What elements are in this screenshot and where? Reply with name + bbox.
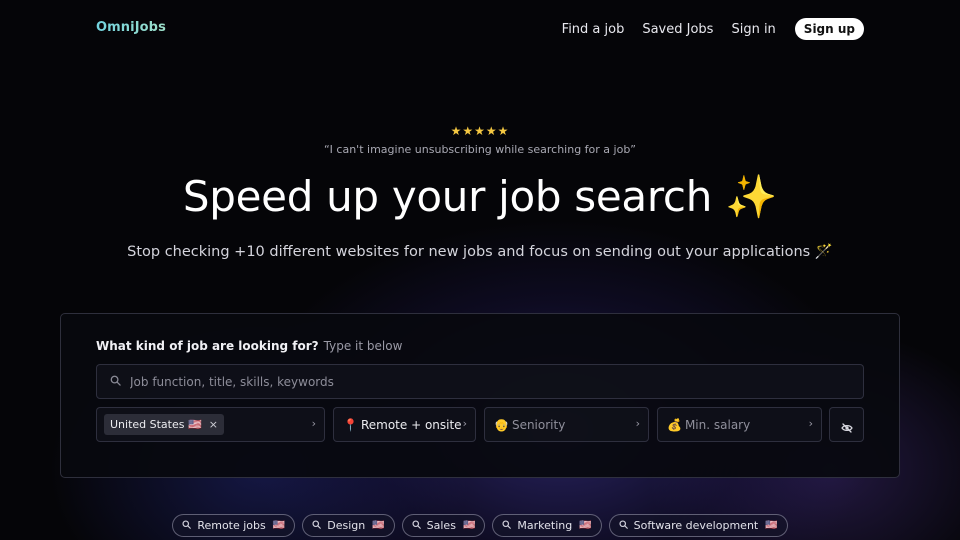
us-flag-icon: 🇺🇸 — [372, 520, 385, 531]
remove-location-icon[interactable]: × — [209, 418, 218, 431]
location-chip: United States 🇺🇸 × — [104, 414, 224, 435]
tag-label: Remote jobs — [197, 519, 266, 532]
tag-remote-jobs[interactable]: Remote jobs 🇺🇸 — [172, 514, 296, 537]
tag-label: Marketing — [517, 519, 573, 532]
search-question-text: What kind of job are looking for? — [96, 339, 319, 353]
nav-saved-jobs[interactable]: Saved Jobs — [642, 22, 713, 37]
remote-filter[interactable]: 📍 Remote + onsite › — [333, 407, 476, 442]
page-title: Speed up your job search ✨ — [0, 172, 960, 222]
older-person-icon: 👴 — [494, 417, 509, 432]
eye-off-icon — [840, 419, 853, 433]
search-icon — [412, 519, 421, 532]
us-flag-icon: 🇺🇸 — [462, 520, 476, 531]
search-box[interactable] — [96, 364, 864, 399]
remote-filter-label: Remote + onsite — [360, 417, 462, 432]
location-chip-label: United States 🇺🇸 — [110, 418, 202, 431]
pin-icon: 📍 — [343, 417, 358, 432]
tag-software-development[interactable]: Software development 🇺🇸 — [608, 514, 788, 537]
chevron-right-icon: › — [635, 417, 640, 430]
headline-text: Speed up your job search — [182, 172, 713, 221]
us-flag-icon: 🇺🇸 — [765, 520, 778, 531]
search-hint: Type it below — [323, 339, 403, 353]
search-icon — [502, 519, 512, 532]
hide-toggle-button[interactable] — [829, 407, 864, 442]
search-icon — [312, 519, 322, 532]
search-icon — [619, 519, 628, 532]
tag-marketing[interactable]: Marketing 🇺🇸 — [492, 514, 602, 537]
search-icon — [110, 375, 124, 389]
hero-subtitle: Stop checking +10 different websites for… — [127, 244, 833, 260]
search-icon — [182, 519, 192, 532]
us-flag-icon: 🇺🇸 — [272, 520, 286, 531]
sparkles-icon: ✨ — [725, 172, 778, 221]
nav-sign-in[interactable]: Sign in — [731, 22, 775, 37]
chevron-right-icon: › — [462, 417, 467, 430]
tag-label: Design — [327, 519, 366, 532]
search-input[interactable] — [130, 374, 863, 389]
quick-search-tags: Remote jobs 🇺🇸 Design 🇺🇸 Sales 🇺🇸 Marketing… — [0, 514, 960, 537]
rating-stars: ★★★★★ — [450, 124, 510, 138]
nav-find-a-job[interactable]: Find a job — [562, 22, 625, 37]
tag-design[interactable]: Design 🇺🇸 — [302, 514, 395, 537]
tag-sales[interactable]: Sales 🇺🇸 — [401, 514, 486, 537]
salary-filter[interactable]: 💰 Min. salary › — [657, 407, 822, 442]
sign-up-button[interactable]: Sign up — [794, 18, 864, 40]
nav-links: Find a job Saved Jobs Sign in Sign up — [562, 18, 864, 40]
seniority-filter-label: Seniority — [511, 417, 566, 432]
top-nav: OmniJobs Find a job Saved Jobs Sign in S… — [0, 0, 960, 56]
salary-filter-label: Min. salary — [684, 417, 751, 432]
location-filter[interactable]: United States 🇺🇸 × › — [96, 407, 325, 442]
seniority-filter[interactable]: 👴 Seniority › — [484, 407, 649, 442]
search-card: What kind of job are looking for? Type it… — [60, 313, 900, 478]
us-flag-icon: 🇺🇸 — [579, 520, 592, 531]
search-question: What kind of job are looking for? Type it… — [96, 339, 402, 353]
testimonial-quote: “I can't imagine unsubscribing while sea… — [323, 143, 636, 156]
logo[interactable]: OmniJobs — [96, 20, 166, 35]
chevron-right-icon: › — [311, 417, 316, 430]
money-bag-icon: 💰 — [667, 417, 682, 432]
tag-label: Sales — [426, 519, 456, 532]
tag-label: Software development — [633, 519, 759, 532]
chevron-right-icon: › — [808, 417, 813, 430]
